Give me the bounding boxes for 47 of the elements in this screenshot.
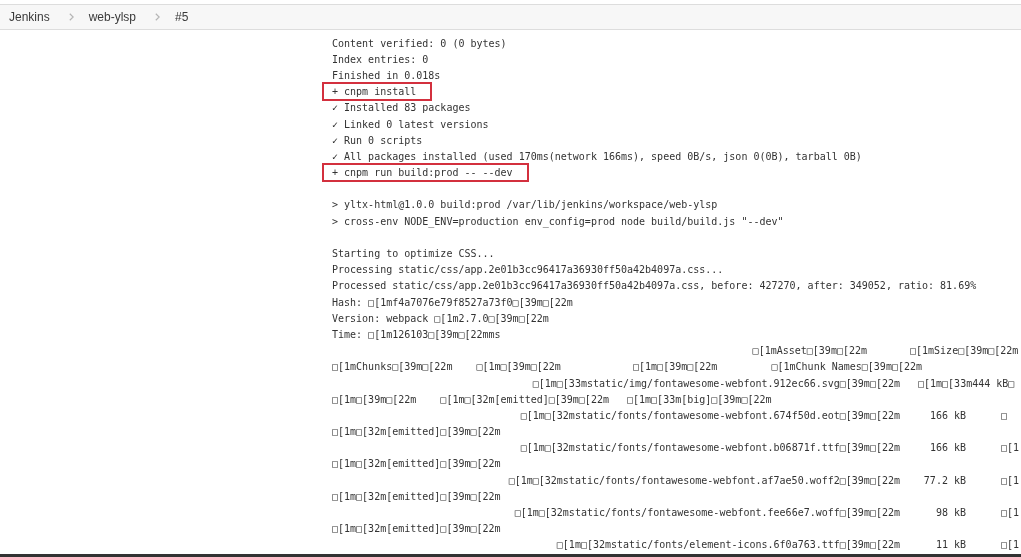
- console-line: □[1m□[32m[emitted]□[39m□[22m: [332, 425, 501, 440]
- console-line: Starting to optimize CSS...: [332, 247, 495, 262]
- console-line: ✓ Installed 83 packages: [332, 101, 471, 116]
- truncated-text: □[1: [1001, 506, 1020, 521]
- breadcrumb-link[interactable]: #5: [175, 8, 189, 26]
- asset-size: 98 kB: [935, 506, 966, 521]
- asset-size: □[1m□[33m444 kB□: [918, 376, 1015, 391]
- console-line: ✓ All packages installed (used 170ms(network 166ms), speed 0B/s, json 0(0B), tarball 0B): [332, 149, 862, 164]
- console-line: Finished in 0.018s: [332, 68, 441, 83]
- truncated-text: □[1: [1001, 473, 1020, 488]
- console-line: □[1mChunks□[39m□[22m □[1m□[39m□[22m □[1m□[39m□[22m □[1mChunk Names□[39m□[22m: [332, 360, 922, 375]
- column-header: □[1mAsset□[39m□[22m: [752, 344, 867, 359]
- asset-size: 166 kB: [929, 441, 966, 456]
- column-header: □[1mSize□[39m□[22m: [910, 344, 1019, 359]
- highlighted-command: + cnpm run build:prod -- --dev: [322, 163, 529, 183]
- asset-path: □[1m□[33mstatic/img/fontawesome-webfont.912ec66.svg□[39m□[22m: [532, 376, 900, 391]
- breadcrumb-link[interactable]: web-ylsp: [88, 8, 137, 26]
- console-line: Content verified: 0 (0 bytes): [332, 36, 507, 51]
- console-line: > cross-env NODE_ENV=production env_config=prod node build/build.js "--dev": [332, 214, 784, 229]
- asset-size: 11 kB: [935, 538, 966, 553]
- console-line: Processing static/css/app.2e01b3cc96417a36930ff50a42b4097a.css...: [332, 263, 724, 278]
- console-line: Hash: □[1mf4a7076e79f8527a73f0□[39m□[22m: [332, 295, 573, 310]
- console-line: Processed static/css/app.2e01b3cc96417a36930ff50a42b4097a.css, before: 427270, after: 349052, ratio: 81.69%: [332, 279, 977, 294]
- console-line: > yltx-html@1.0.0 build:prod /var/lib/jenkins/workspace/web-ylsp: [332, 198, 718, 213]
- console-line: □[1m□[32m[emitted]□[39m□[22m: [332, 522, 501, 537]
- asset-path: □[1m□[32mstatic/fonts/fontawesome-webfont.fee66e7.woff□[39m□[22m: [514, 506, 900, 521]
- breadcrumb-link[interactable]: Jenkins: [9, 8, 50, 26]
- truncated-text: □[1: [1001, 441, 1020, 456]
- console-line: Time: □[1m126103□[39m□[22mms: [332, 327, 501, 342]
- truncated-text: □: [1001, 408, 1008, 423]
- asset-path: □[1m□[32mstatic/fonts/element-icons.6f0a763.ttf□[39m□[22m: [556, 538, 900, 553]
- console-line: □[1m□[32m[emitted]□[39m□[22m: [332, 489, 501, 504]
- console-line: Index entries: 0: [332, 52, 429, 67]
- console-line: □[1m□[32m[emitted]□[39m□[22m: [332, 457, 501, 472]
- asset-path: □[1m□[32mstatic/fonts/fontawesome-webfont.674f50d.eot□[39m□[22m: [520, 408, 900, 423]
- console-line: ✓ Linked 0 latest versions: [332, 117, 489, 132]
- console-line: ✓ Run 0 scripts: [332, 133, 423, 148]
- console-line: □[1m□[39m□[22m □[1m□[32m[emitted]□[39m□[22m □[1m□[33m[big]□[39m□[22m: [332, 392, 772, 407]
- asset-size: 77.2 kB: [923, 473, 966, 488]
- highlighted-command: + cnpm install: [322, 82, 433, 102]
- console-line: Version: webpack □[1m2.7.0□[39m□[22m: [332, 311, 549, 326]
- asset-path: □[1m□[32mstatic/fonts/fontawesome-webfont.af7ae50.woff2□[39m□[22m: [508, 473, 900, 488]
- asset-path: □[1m□[32mstatic/fonts/fontawesome-webfont.b06871f.ttf□[39m□[22m: [520, 441, 900, 456]
- asset-size: 166 kB: [929, 408, 966, 423]
- truncated-text: □[1: [1001, 538, 1020, 553]
- chevron-right-icon: [155, 13, 161, 21]
- chevron-right-icon: [68, 13, 74, 21]
